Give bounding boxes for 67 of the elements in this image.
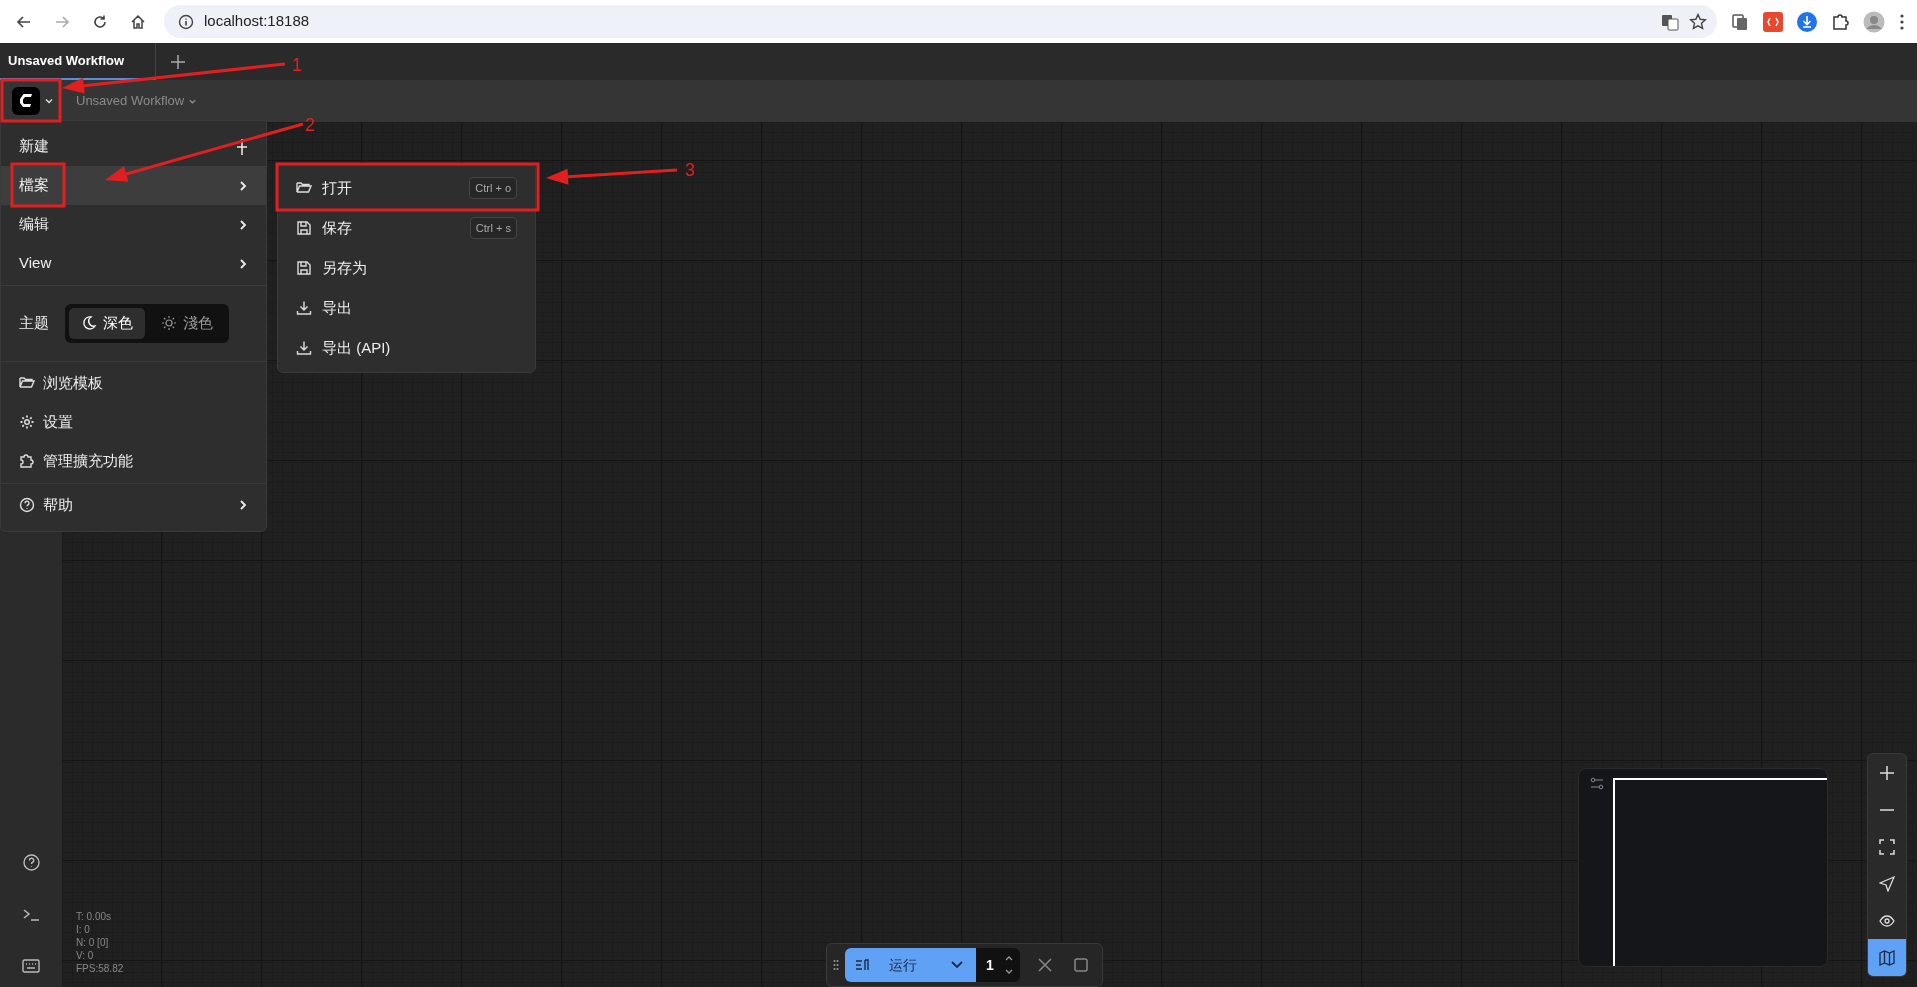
map-icon bbox=[1879, 949, 1895, 966]
highlight-frame bbox=[0, 78, 62, 123]
keyboard-icon[interactable] bbox=[22, 959, 40, 973]
highlight-frame bbox=[10, 162, 66, 208]
fit-view-icon bbox=[1879, 838, 1895, 855]
folder-icon bbox=[19, 375, 35, 391]
cursor-icon bbox=[1879, 875, 1895, 892]
url-text: localhost:18188 bbox=[204, 11, 310, 32]
annotation-number: 1 bbox=[292, 54, 302, 75]
stat-text: N: 0 [0] bbox=[76, 936, 110, 949]
address-bar[interactable]: localhost:18188 bbox=[164, 5, 1717, 38]
stat-text: FPS:58.82 bbox=[76, 962, 124, 975]
theme-label: 主题 bbox=[19, 313, 49, 333]
chevron-down-icon bbox=[950, 960, 964, 970]
menu-item[interactable]: 打开 Ctrl + o bbox=[278, 168, 535, 208]
plus-icon bbox=[236, 138, 248, 155]
more-icon[interactable] bbox=[1899, 12, 1905, 31]
theme-option[interactable]: 淺色 bbox=[149, 308, 225, 339]
save-icon bbox=[296, 220, 312, 236]
menu-item[interactable]: 保存 Ctrl + s bbox=[278, 208, 535, 248]
moon-icon bbox=[81, 315, 97, 332]
menu-item[interactable]: 另存为 bbox=[278, 248, 535, 288]
chevron-icon bbox=[238, 218, 248, 231]
settings-icon[interactable] bbox=[1590, 777, 1604, 791]
help-icon bbox=[19, 497, 35, 513]
workflow-title[interactable]: Unsaved Workflow bbox=[76, 91, 198, 111]
sun-icon bbox=[161, 315, 177, 332]
eye-icon bbox=[1879, 912, 1895, 929]
terminal-icon[interactable] bbox=[22, 909, 40, 921]
chevron-icon bbox=[238, 257, 248, 270]
stat-text: V: 0 bbox=[76, 949, 95, 962]
run-options-button[interactable] bbox=[938, 948, 976, 982]
stat-text: T: 0.00s bbox=[76, 910, 113, 923]
drag-handle-icon[interactable] bbox=[833, 959, 839, 971]
folder-icon bbox=[296, 180, 312, 196]
puzzle-icon[interactable] bbox=[1831, 12, 1849, 31]
batch-count-field[interactable]: 1 bbox=[976, 948, 1020, 982]
run-button[interactable]: 运行 bbox=[845, 948, 938, 982]
gear-icon bbox=[19, 414, 35, 430]
stepper-icon[interactable] bbox=[1003, 954, 1014, 976]
menu-item[interactable]: 檔案 bbox=[1, 166, 266, 205]
menu-item[interactable]: 导出 (API) bbox=[278, 328, 535, 368]
download-icon bbox=[296, 300, 312, 316]
download-icon[interactable] bbox=[1797, 11, 1817, 32]
logo bbox=[12, 87, 40, 115]
help-icon[interactable] bbox=[22, 854, 40, 871]
star-icon[interactable] bbox=[1689, 12, 1707, 31]
zoom-in-icon bbox=[1879, 764, 1895, 781]
info-icon bbox=[178, 13, 194, 30]
chevron-down-icon bbox=[44, 96, 54, 106]
workflow-tab[interactable]: Unsaved Workflow bbox=[0, 43, 156, 80]
save-icon bbox=[296, 260, 312, 276]
map-button[interactable] bbox=[1868, 939, 1906, 976]
shortcut-hint: Ctrl + s bbox=[469, 216, 517, 240]
menu-item[interactable]: 导出 bbox=[278, 288, 535, 328]
chevron-icon bbox=[238, 499, 248, 511]
chevron-icon bbox=[238, 179, 248, 192]
queue-icon bbox=[855, 959, 870, 971]
puzzle-icon bbox=[19, 453, 35, 469]
plus-icon bbox=[170, 53, 186, 70]
stat-text: I: 0 bbox=[76, 923, 91, 936]
shortcut-hint: Ctrl + o bbox=[469, 176, 517, 200]
annotation-number: 3 bbox=[685, 159, 695, 180]
theme-option[interactable]: 深色 bbox=[69, 308, 145, 339]
download-icon bbox=[296, 340, 312, 356]
zoom-out-icon bbox=[1879, 808, 1895, 811]
avatar-icon[interactable] bbox=[1863, 10, 1885, 33]
